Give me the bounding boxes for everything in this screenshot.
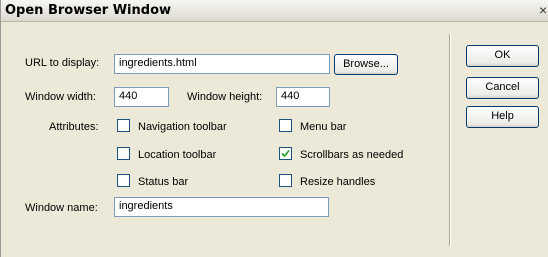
window-height-label: Window height: xyxy=(187,91,263,103)
window-height-field[interactable]: 440 xyxy=(276,87,330,107)
scrollbars-as-needed-label: Scrollbars as needed xyxy=(300,149,404,161)
url-field[interactable]: ingredients.html xyxy=(114,54,330,74)
navigation-toolbar-label: Navigation toolbar xyxy=(138,121,227,133)
checkmark-icon xyxy=(281,149,290,158)
ok-button[interactable]: OK xyxy=(466,45,539,67)
url-label: URL to display: xyxy=(25,57,100,69)
close-icon[interactable]: × xyxy=(539,1,548,19)
resize-handles-label: Resize handles xyxy=(300,176,376,188)
title-bar: Open Browser Window × xyxy=(1,0,548,22)
location-toolbar-checkbox[interactable] xyxy=(117,147,130,160)
browse-button[interactable]: Browse... xyxy=(334,54,398,75)
window-width-label: Window width: xyxy=(25,91,96,103)
help-button[interactable]: Help xyxy=(466,106,539,128)
open-browser-window-dialog: Open Browser Window × URL to display: in… xyxy=(0,0,548,257)
window-name-field[interactable]: ingredients xyxy=(114,197,329,217)
menu-bar-checkbox[interactable] xyxy=(279,119,292,132)
vertical-divider xyxy=(449,34,451,246)
cancel-button[interactable]: Cancel xyxy=(466,77,539,99)
attributes-label: Attributes: xyxy=(49,121,99,133)
status-bar-checkbox[interactable] xyxy=(117,174,130,187)
menu-bar-label: Menu bar xyxy=(300,121,347,133)
window-width-field[interactable]: 440 xyxy=(114,87,169,107)
scrollbars-as-needed-checkbox[interactable] xyxy=(279,147,292,160)
status-bar-label: Status bar xyxy=(138,176,189,188)
navigation-toolbar-checkbox[interactable] xyxy=(117,119,130,132)
window-name-label: Window name: xyxy=(25,202,98,214)
resize-handles-checkbox[interactable] xyxy=(279,174,292,187)
dialog-title: Open Browser Window xyxy=(5,3,172,18)
location-toolbar-label: Location toolbar xyxy=(138,149,217,161)
